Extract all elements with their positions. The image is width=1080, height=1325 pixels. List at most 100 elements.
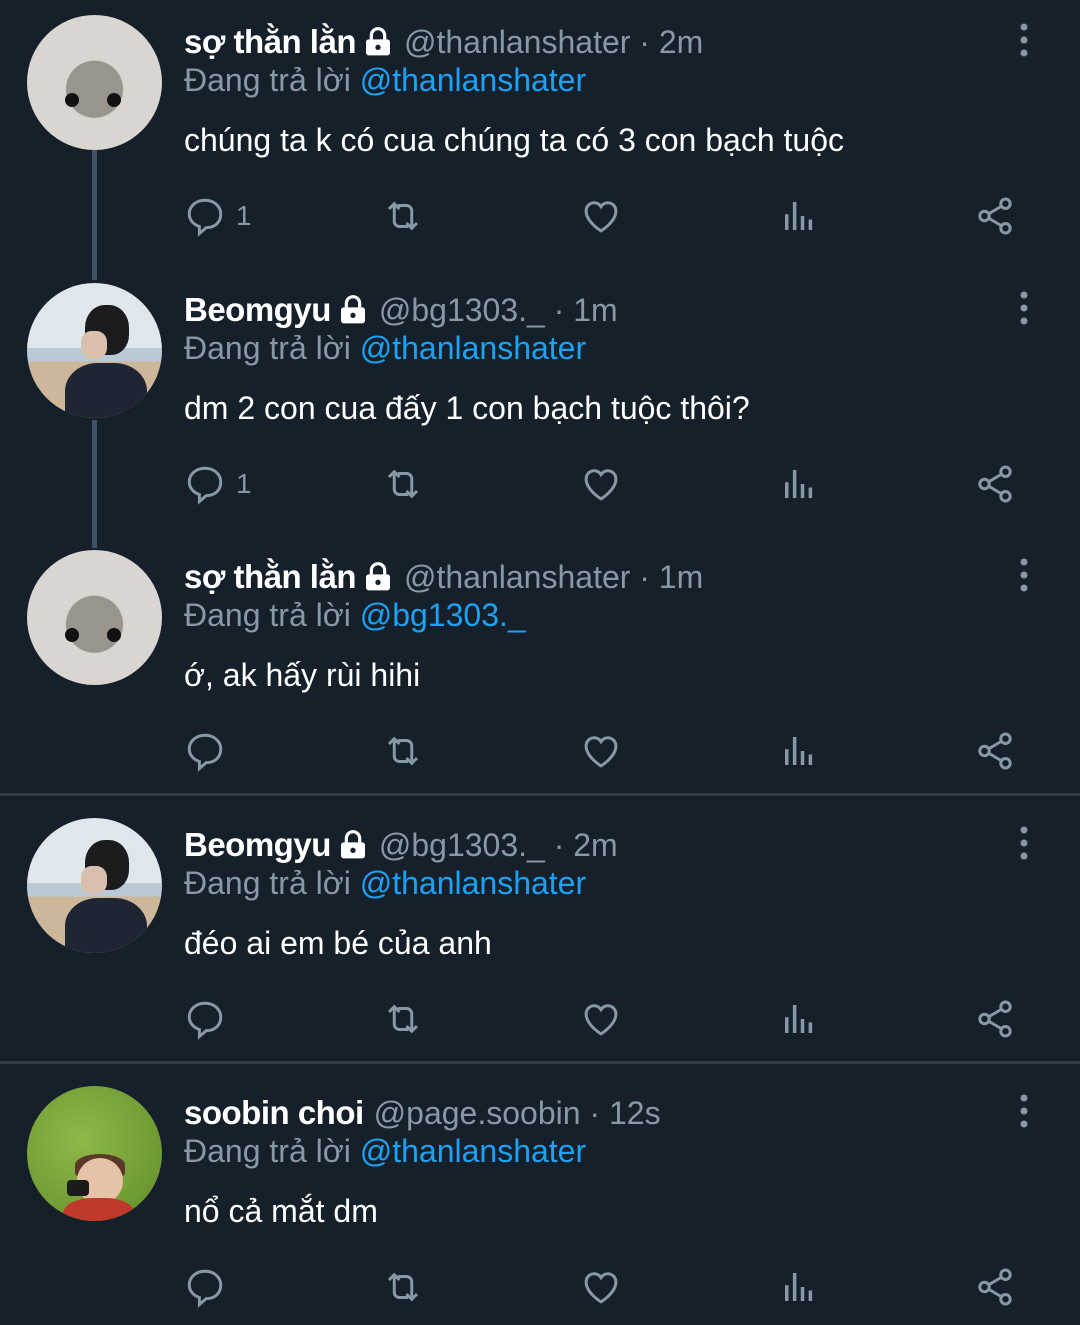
avatar[interactable] xyxy=(27,550,162,685)
action-bar xyxy=(184,727,1044,777)
avatar[interactable] xyxy=(27,1086,162,1221)
share-button[interactable] xyxy=(974,1263,1016,1311)
tweet[interactable]: sợ thằn lằn @thanlanshater · 1m Đang trả… xyxy=(0,535,1080,793)
lock-icon xyxy=(340,295,365,324)
handle[interactable]: @page.soobin · 12s xyxy=(374,1095,661,1132)
lock-icon xyxy=(340,830,365,859)
analytics-button[interactable] xyxy=(778,727,820,775)
like-icon xyxy=(584,201,618,233)
analytics-button[interactable] xyxy=(778,1263,820,1311)
reply-icon xyxy=(187,1269,223,1308)
lock-icon xyxy=(366,562,390,591)
reply-context: Đang trả lời @thanlanshater xyxy=(184,330,586,367)
reply-button[interactable]: 1 xyxy=(184,192,252,240)
avatar[interactable] xyxy=(27,818,162,953)
retweet-icon xyxy=(387,736,419,766)
reply-icon xyxy=(187,1001,223,1040)
reply-context: Đang trả lời @thanlanshater xyxy=(184,865,586,902)
reply-icon xyxy=(187,733,223,772)
reply-count: 1 xyxy=(236,200,252,231)
tweet[interactable]: Beomgyu @bg1303._ · 1m Đang trả lời @tha… xyxy=(0,268,1080,536)
display-name[interactable]: sợ thằn lằn xyxy=(184,558,357,596)
display-name[interactable]: Beomgyu xyxy=(184,826,331,864)
more-icon[interactable] xyxy=(1008,22,1040,62)
reply-icon xyxy=(187,198,223,237)
share-icon xyxy=(978,732,1012,770)
share-button[interactable] xyxy=(974,727,1016,775)
more-icon[interactable] xyxy=(1008,557,1040,597)
retweet-button[interactable] xyxy=(382,1263,424,1311)
tweet[interactable]: soobin choi @page.soobin · 12s Đang trả … xyxy=(0,1071,1080,1325)
reply-icon xyxy=(187,466,223,505)
share-button[interactable] xyxy=(974,995,1016,1043)
analytics-icon xyxy=(785,737,813,765)
reply-count: 1 xyxy=(236,468,252,499)
retweet-button[interactable] xyxy=(382,192,424,240)
retweet-icon xyxy=(387,469,419,499)
tweet-text: chúng ta k có cua chúng ta có 3 con bạch… xyxy=(184,122,844,158)
like-icon xyxy=(584,736,618,768)
like-button[interactable] xyxy=(580,995,622,1043)
analytics-icon xyxy=(785,1005,813,1033)
display-name[interactable]: sợ thằn lằn xyxy=(184,23,357,61)
like-button[interactable] xyxy=(580,192,622,240)
retweet-icon xyxy=(387,201,419,231)
retweet-button[interactable] xyxy=(382,727,424,775)
retweet-icon xyxy=(387,1004,419,1034)
mention-link[interactable]: @bg1303._ xyxy=(360,597,526,633)
mention-link[interactable]: @thanlanshater xyxy=(360,62,586,98)
reply-prefix: Đang trả lời xyxy=(184,330,351,366)
divider xyxy=(0,1061,1080,1064)
avatar[interactable] xyxy=(27,283,162,418)
tweet-text: ớ, ak hấy rùi hihi xyxy=(184,657,421,693)
tweet-text: nổ cả mắt dm xyxy=(184,1193,378,1229)
share-icon xyxy=(978,197,1012,235)
share-button[interactable] xyxy=(974,460,1016,508)
tweet[interactable]: sợ thằn lằn @thanlanshater · 2m Đang trả… xyxy=(0,0,1080,268)
like-icon xyxy=(584,469,618,501)
reply-prefix: Đang trả lời xyxy=(184,62,351,98)
action-bar: 1 xyxy=(184,460,1044,510)
reply-context: Đang trả lời @thanlanshater xyxy=(184,62,586,99)
more-icon[interactable] xyxy=(1008,290,1040,330)
retweet-button[interactable] xyxy=(382,460,424,508)
reply-button[interactable] xyxy=(184,1263,236,1311)
display-name[interactable]: Beomgyu xyxy=(184,291,331,329)
mention-link[interactable]: @thanlanshater xyxy=(360,1133,586,1169)
share-icon xyxy=(978,1000,1012,1038)
reply-button[interactable] xyxy=(184,727,236,775)
analytics-button[interactable] xyxy=(778,192,820,240)
reply-button[interactable]: 1 xyxy=(184,460,252,508)
more-icon[interactable] xyxy=(1008,1093,1040,1133)
handle[interactable]: @thanlanshater · 2m xyxy=(404,24,703,61)
action-bar xyxy=(184,995,1044,1045)
mention-link[interactable]: @thanlanshater xyxy=(360,330,586,366)
share-icon xyxy=(978,1268,1012,1306)
like-icon xyxy=(584,1004,618,1036)
reply-context: Đang trả lời @bg1303._ xyxy=(184,597,526,634)
avatar[interactable] xyxy=(27,15,162,150)
divider xyxy=(0,793,1080,796)
handle[interactable]: @bg1303._ · 1m xyxy=(379,292,618,329)
like-button[interactable] xyxy=(580,460,622,508)
reply-context: Đang trả lời @thanlanshater xyxy=(184,1133,586,1170)
tweet-header: Beomgyu @bg1303._ · 1m xyxy=(184,288,618,332)
like-button[interactable] xyxy=(580,1263,622,1311)
analytics-button[interactable] xyxy=(778,995,820,1043)
retweet-button[interactable] xyxy=(382,995,424,1043)
share-button[interactable] xyxy=(974,192,1016,240)
more-icon[interactable] xyxy=(1008,825,1040,865)
action-bar xyxy=(184,1263,1044,1313)
analytics-button[interactable] xyxy=(778,460,820,508)
handle[interactable]: @thanlanshater · 1m xyxy=(404,559,703,596)
reply-button[interactable] xyxy=(184,995,236,1043)
analytics-icon xyxy=(785,1273,813,1301)
display-name[interactable]: soobin choi xyxy=(184,1094,364,1132)
analytics-icon xyxy=(785,202,813,230)
handle[interactable]: @bg1303._ · 2m xyxy=(379,827,618,864)
like-button[interactable] xyxy=(580,727,622,775)
tweet[interactable]: Beomgyu @bg1303._ · 2m Đang trả lời @tha… xyxy=(0,803,1080,1061)
reply-prefix: Đang trả lời xyxy=(184,865,351,901)
mention-link[interactable]: @thanlanshater xyxy=(360,865,586,901)
tweet-header: Beomgyu @bg1303._ · 2m xyxy=(184,823,618,867)
